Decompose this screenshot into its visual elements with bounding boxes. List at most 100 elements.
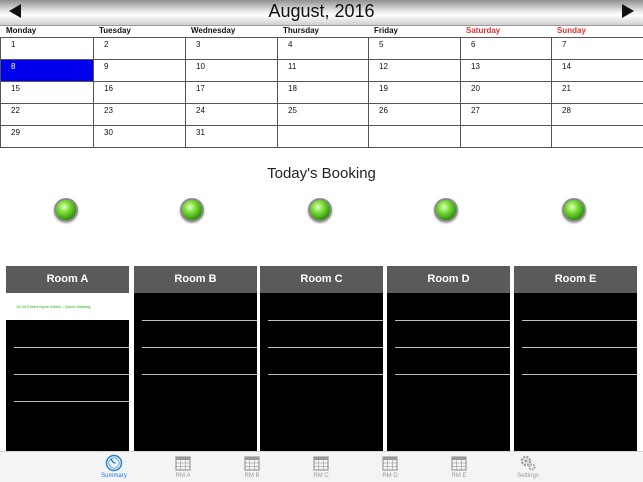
calendar-day-cell[interactable]: 5	[369, 38, 461, 60]
weekday-label: Sunday	[557, 26, 586, 35]
calendar-day-cell[interactable]: 13	[461, 60, 552, 82]
tab-settings[interactable]: Settings	[503, 454, 553, 479]
calendar-day-cell[interactable]: 22	[1, 104, 94, 126]
calendar-day-cell[interactable]: 9	[94, 60, 186, 82]
calendar-day-cell[interactable]: 10	[186, 60, 278, 82]
room-panel: Room E	[514, 266, 637, 451]
calendar-day-cell[interactable]: 6	[461, 38, 552, 60]
room-panel: Room A 10:30 Eileen Myrie Admin - Quick M…	[6, 266, 129, 451]
status-light-icon	[180, 198, 204, 222]
weekday-label: Tuesday	[99, 26, 131, 35]
calendar-day-cell[interactable]: 19	[369, 82, 461, 104]
weekday-label: Saturday	[466, 26, 501, 35]
tab-label: RM E	[451, 473, 467, 479]
weekday-label: Wednesday	[191, 26, 236, 35]
calendar-day-cell[interactable]: 31	[186, 126, 278, 148]
calendar-day-cell[interactable]: 4	[278, 38, 369, 60]
tab-label: Summary	[101, 473, 127, 479]
calendar-day-cell[interactable]: 1	[1, 38, 94, 60]
tab-bar: Summary RM A RM B RM C RM D RM E Settings	[0, 451, 643, 482]
room-header[interactable]: Room B	[134, 266, 257, 293]
room-schedule	[514, 293, 637, 451]
room-schedule: 10:30 Eileen Myrie Admin - Quick Meeting	[6, 293, 129, 451]
room-panel: Room B	[134, 266, 257, 451]
status-light-icon	[562, 198, 586, 222]
weekday-label: Thursday	[283, 26, 320, 35]
weekday-row: Monday Tuesday Wednesday Thursday Friday Satu…	[0, 26, 643, 37]
room-header[interactable]: Room A	[6, 266, 129, 293]
slot-divider	[268, 374, 383, 375]
calendar-grid: 1 2 3 4 5 6 7 8 9 10 11 12 13 14 15 16 17 18 19 20 21 22 23 24 2…	[0, 37, 643, 148]
slot-divider	[142, 347, 257, 348]
calendar-icon	[365, 454, 415, 472]
slot-divider	[142, 320, 257, 321]
calendar-day-cell[interactable]: 12	[369, 60, 461, 82]
tab-label: RM D	[382, 473, 398, 479]
booking-entry[interactable]: 10:30 Eileen Myrie Admin - Quick Meeting	[6, 293, 129, 320]
next-month-arrow-icon[interactable]	[622, 4, 634, 18]
calendar-day-cell[interactable]: 21	[552, 82, 643, 104]
room-schedule	[387, 293, 510, 451]
slot-divider	[522, 320, 637, 321]
calendar-day-cell[interactable]: 18	[278, 82, 369, 104]
calendar-day-cell[interactable]: 11	[278, 60, 369, 82]
calendar-day-cell[interactable]: 2	[94, 38, 186, 60]
tab-rm-e[interactable]: RM E	[434, 454, 484, 479]
calendar-day-cell[interactable]	[278, 126, 369, 148]
room-header[interactable]: Room C	[260, 266, 383, 293]
calendar-day-cell[interactable]: 25	[278, 104, 369, 126]
calendar-icon	[227, 454, 277, 472]
calendar-day-cell[interactable]: 24	[186, 104, 278, 126]
calendar-day-cell[interactable]: 29	[1, 126, 94, 148]
tab-rm-a[interactable]: RM A	[158, 454, 208, 479]
room-header[interactable]: Room E	[514, 266, 637, 293]
gears-icon	[503, 454, 553, 472]
slot-divider	[14, 401, 129, 402]
room-schedule	[260, 293, 383, 451]
tab-rm-d[interactable]: RM D	[365, 454, 415, 479]
tab-label: Settings	[517, 473, 539, 479]
calendar-day-cell[interactable]: 26	[369, 104, 461, 126]
tab-rm-b[interactable]: RM B	[227, 454, 277, 479]
calendar-day-cell[interactable]: 28	[552, 104, 643, 126]
slot-divider	[395, 347, 510, 348]
room-panel: Room C	[260, 266, 383, 451]
tab-label: RM B	[244, 473, 260, 479]
slot-divider	[522, 374, 637, 375]
slot-divider	[268, 347, 383, 348]
clock-icon	[89, 454, 139, 472]
tab-rm-c[interactable]: RM C	[296, 454, 346, 479]
room-schedule	[134, 293, 257, 451]
month-title: August, 2016	[268, 1, 375, 21]
calendar-icon	[434, 454, 484, 472]
calendar-day-cell[interactable]	[369, 126, 461, 148]
calendar-icon	[296, 454, 346, 472]
room-header[interactable]: Room D	[387, 266, 510, 293]
calendar-day-cell[interactable]: 7	[552, 38, 643, 60]
slot-divider	[522, 347, 637, 348]
calendar-day-cell[interactable]	[552, 126, 643, 148]
weekday-label: Friday	[374, 26, 399, 35]
calendar-icon	[158, 454, 208, 472]
slot-divider	[395, 320, 510, 321]
calendar-day-cell[interactable]: 8	[1, 60, 94, 82]
calendar-day-cell[interactable]: 16	[94, 82, 186, 104]
calendar-day-cell[interactable]: 3	[186, 38, 278, 60]
status-light-icon	[54, 198, 78, 222]
calendar-day-cell[interactable]: 27	[461, 104, 552, 126]
slot-divider	[14, 347, 129, 348]
tab-label: RM C	[313, 473, 329, 479]
calendar-day-cell[interactable]: 30	[94, 126, 186, 148]
calendar-day-cell[interactable]: 14	[552, 60, 643, 82]
calendar-day-cell[interactable]: 17	[186, 82, 278, 104]
tab-label: RM A	[175, 473, 191, 479]
calendar-day-cell[interactable]	[461, 126, 552, 148]
calendar-day-cell[interactable]: 20	[461, 82, 552, 104]
todays-booking-title: Today's Booking	[267, 165, 376, 182]
calendar-day-cell[interactable]: 23	[94, 104, 186, 126]
status-light-icon	[308, 198, 332, 222]
calendar-day-cell[interactable]: 15	[1, 82, 94, 104]
month-header: August, 2016	[0, 0, 643, 26]
slot-divider	[268, 320, 383, 321]
tab-summary[interactable]: Summary	[89, 454, 139, 479]
